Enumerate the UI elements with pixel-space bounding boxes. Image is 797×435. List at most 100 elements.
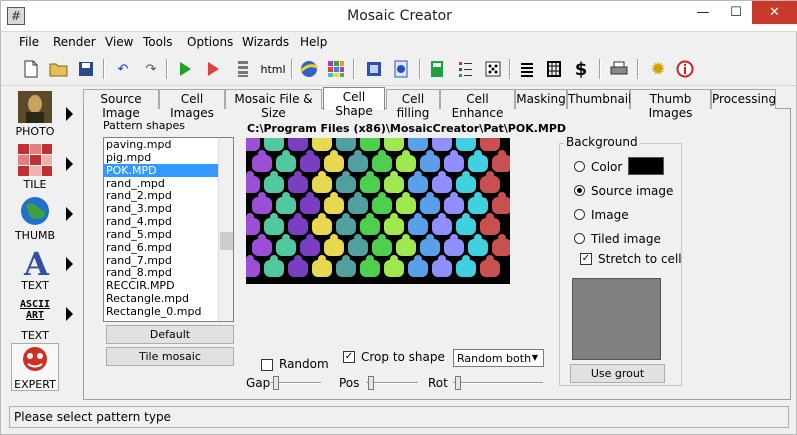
tiled-image-label: Tiled image bbox=[591, 232, 661, 246]
pattern-list-item[interactable]: rand_7.mpd bbox=[104, 254, 233, 267]
minimize-button[interactable]: — bbox=[686, 1, 720, 24]
list-lines-icon[interactable] bbox=[515, 57, 539, 81]
pattern-tile-knob bbox=[402, 192, 410, 200]
pattern-list-item[interactable]: RECCIR.MPD bbox=[104, 279, 233, 292]
calculator-icon[interactable] bbox=[425, 57, 449, 81]
menu-help[interactable]: Help bbox=[300, 35, 327, 49]
table-grid-icon[interactable] bbox=[542, 57, 566, 81]
photo-arrow-icon[interactable] bbox=[66, 107, 73, 121]
image-radio[interactable] bbox=[574, 209, 585, 220]
source-image-radio[interactable] bbox=[574, 185, 585, 196]
tab-processing[interactable]: Processing bbox=[711, 89, 776, 109]
toolbar: ↶ ↷ html $ ✹ bbox=[1, 53, 797, 86]
undo-icon[interactable]: ↶ bbox=[111, 57, 135, 81]
pattern-list-item[interactable]: paving.mpd bbox=[104, 138, 233, 151]
menu-wizards[interactable]: Wizards bbox=[242, 35, 289, 49]
pattern-list-item[interactable]: rand_.mpd bbox=[104, 177, 233, 190]
text-mode-button[interactable]: A TEXT bbox=[11, 245, 59, 295]
thumb-arrow-icon[interactable] bbox=[66, 207, 73, 221]
use-grout-button[interactable]: Use grout bbox=[570, 364, 665, 383]
menu-view[interactable]: View bbox=[105, 35, 133, 49]
pattern-list-item[interactable]: rand_6.mpd bbox=[104, 241, 233, 254]
play-red-icon[interactable] bbox=[201, 57, 225, 81]
dice-icon[interactable] bbox=[481, 57, 505, 81]
pattern-list-item[interactable]: pig.mpd bbox=[104, 151, 233, 164]
tile-arrow-icon[interactable] bbox=[66, 157, 73, 171]
pattern-tile-knob bbox=[474, 192, 482, 200]
dollar-icon[interactable]: $ bbox=[569, 57, 593, 81]
menu-render[interactable]: Render bbox=[53, 35, 96, 49]
pattern-list[interactable]: paving.mpd pig.mpd POK.MPD rand_.mpd rand_2.… bbox=[103, 137, 234, 322]
color-swatch[interactable] bbox=[628, 157, 664, 175]
pattern-tile-knob bbox=[246, 255, 254, 263]
tab-mosaic-file-size[interactable]: Mosaic File & Size bbox=[225, 89, 322, 120]
rot-slider[interactable] bbox=[453, 376, 543, 390]
tiled-image-radio[interactable] bbox=[574, 233, 585, 244]
crop-to-shape-checkbox[interactable]: ✓ bbox=[343, 351, 355, 363]
menu-file[interactable]: File bbox=[19, 35, 39, 49]
scrollbar-thumb[interactable] bbox=[220, 232, 233, 250]
tab-thumbnail[interactable]: Thumbnail bbox=[567, 89, 631, 109]
tab-strip: Source Image Cell Images Mosaic File & S… bbox=[83, 87, 783, 120]
pattern-tile-knob bbox=[414, 171, 422, 179]
tab-cell-images[interactable]: Cell Images bbox=[159, 89, 225, 120]
printer-icon[interactable] bbox=[607, 57, 631, 81]
settings-gear-icon[interactable]: ✹ bbox=[646, 57, 670, 81]
random-checkbox[interactable] bbox=[261, 359, 273, 371]
redo-icon[interactable]: ↷ bbox=[139, 57, 163, 81]
pattern-list-item[interactable]: rand_3.mpd bbox=[104, 202, 233, 215]
html-export-button[interactable]: html bbox=[259, 57, 287, 81]
pos-slider[interactable] bbox=[366, 376, 418, 390]
menu-options[interactable]: Options bbox=[187, 35, 233, 49]
pattern-list-item[interactable]: POK.MPD bbox=[104, 163, 233, 177]
default-button[interactable]: Default bbox=[106, 325, 234, 344]
text-arrow-icon[interactable] bbox=[66, 257, 73, 271]
document-icon[interactable] bbox=[389, 57, 413, 81]
play-green-icon[interactable] bbox=[173, 57, 197, 81]
thumb-label: THUMB bbox=[14, 229, 56, 242]
grid-tool-icon[interactable] bbox=[324, 57, 348, 81]
pattern-tile-knob bbox=[438, 255, 446, 263]
ascii-arrow-icon[interactable] bbox=[66, 307, 73, 321]
globe-tool-icon[interactable] bbox=[297, 57, 321, 81]
close-button[interactable]: ✕ bbox=[752, 1, 797, 24]
tab-masking[interactable]: Masking bbox=[515, 89, 567, 109]
checklist-icon[interactable] bbox=[453, 57, 477, 81]
photo-mode-button[interactable]: PHOTO bbox=[11, 91, 59, 141]
ascii-mode-button[interactable]: ASCII ART TEXT bbox=[11, 295, 59, 345]
pos-label: Pos bbox=[339, 376, 360, 390]
layers-icon[interactable] bbox=[231, 57, 255, 81]
pattern-list-item[interactable]: rand_8.mpd bbox=[104, 266, 233, 280]
expert-mode-button[interactable]: EXPERT bbox=[11, 343, 59, 391]
pattern-tile-knob bbox=[366, 171, 374, 179]
pattern-list-scrollbar[interactable] bbox=[218, 138, 233, 321]
tab-thumb-images[interactable]: Thumb Images bbox=[630, 89, 711, 120]
tab-cell-enhance[interactable]: Cell Enhance bbox=[440, 89, 515, 120]
pattern-list-item[interactable]: rand_4.mpd bbox=[104, 215, 233, 228]
pattern-list-item[interactable]: rand_2.mpd bbox=[104, 189, 233, 202]
menu-tools[interactable]: Tools bbox=[143, 35, 173, 49]
tile-mode-button[interactable]: TILE bbox=[11, 144, 59, 194]
tile-mosaic-button[interactable]: Tile mosaic bbox=[106, 347, 234, 366]
pattern-list-item[interactable]: Rectangle_0.mpd bbox=[104, 305, 233, 318]
random-mode-select[interactable]: Random both ▼ bbox=[453, 349, 544, 367]
stretch-to-cell-checkbox[interactable]: ✓ bbox=[580, 253, 592, 265]
save-icon[interactable] bbox=[74, 57, 98, 81]
new-file-icon[interactable] bbox=[19, 57, 43, 81]
color-radio[interactable] bbox=[574, 161, 585, 172]
tab-cell-shape[interactable]: Cell Shape bbox=[323, 87, 385, 118]
open-folder-icon[interactable] bbox=[47, 57, 71, 81]
thumb-mode-button[interactable]: THUMB bbox=[11, 195, 59, 245]
info-icon[interactable] bbox=[673, 57, 697, 81]
maximize-button[interactable]: ☐ bbox=[720, 1, 752, 24]
expert-label: EXPERT bbox=[14, 378, 56, 391]
pattern-list-item[interactable]: rand_5.mpd bbox=[104, 228, 233, 241]
pattern-tile bbox=[246, 260, 260, 277]
tab-source-image[interactable]: Source Image bbox=[83, 89, 159, 120]
chevron-down-icon[interactable]: ▼ bbox=[528, 351, 542, 365]
book-icon[interactable] bbox=[362, 57, 386, 81]
tab-cell-filling[interactable]: Cell filling bbox=[386, 89, 440, 120]
gap-slider[interactable] bbox=[271, 376, 321, 390]
pattern-list-item[interactable]: Rectangle.mpd bbox=[104, 292, 233, 305]
pattern-tile-knob bbox=[354, 234, 362, 242]
